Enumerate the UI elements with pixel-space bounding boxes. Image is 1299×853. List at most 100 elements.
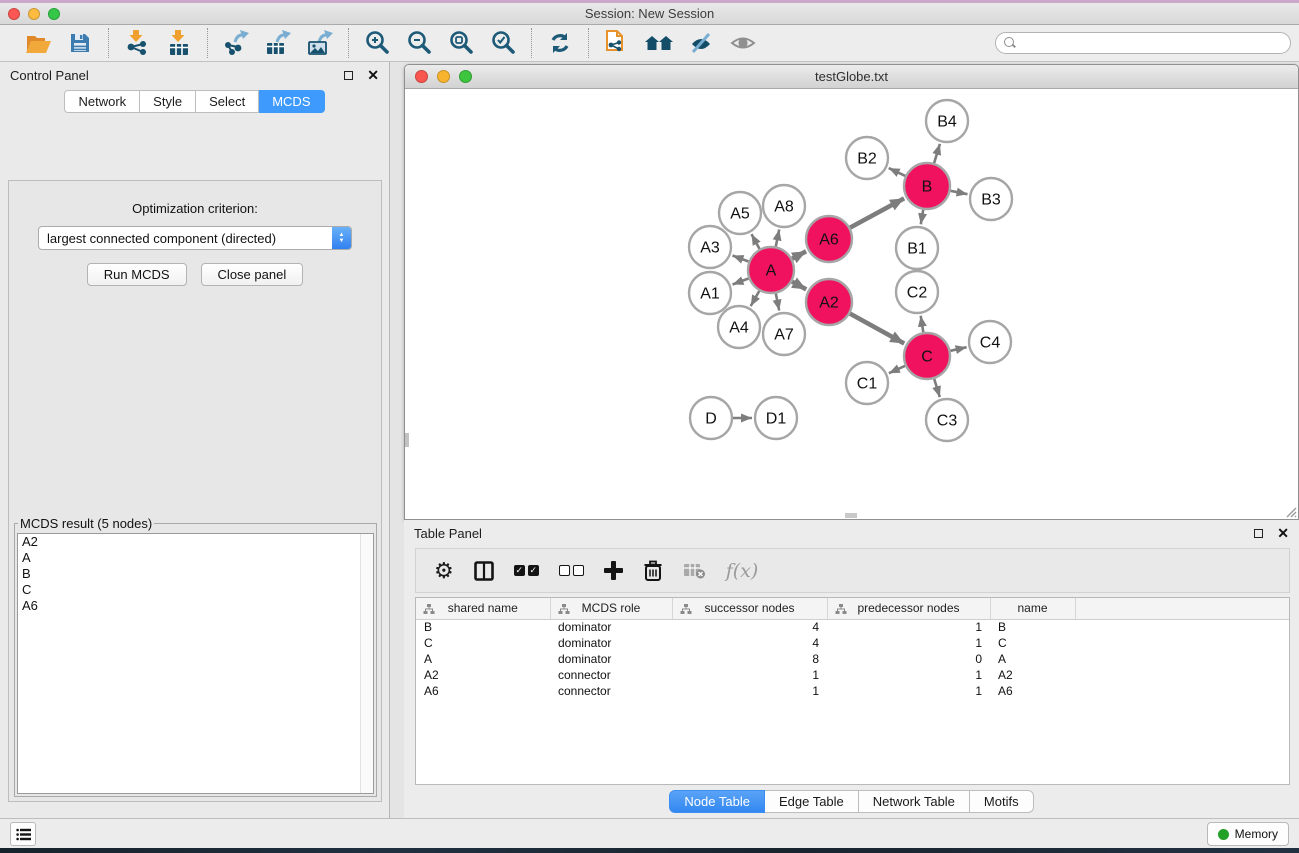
deselect-all-button[interactable] (559, 556, 584, 586)
tab-motifs[interactable]: Motifs (970, 790, 1034, 813)
mcds-list-scrollbar[interactable] (360, 534, 373, 793)
network-window-titlebar[interactable]: testGlobe.txt (405, 65, 1298, 89)
node-A5[interactable]: A5 (719, 192, 761, 234)
export-table-button[interactable] (260, 28, 296, 58)
table-cell[interactable]: 1 (827, 683, 990, 699)
show-hide-panel-button[interactable] (725, 28, 761, 58)
column-header-shared-name[interactable]: shared name (416, 598, 550, 619)
close-window-icon[interactable] (8, 8, 20, 20)
table-cell[interactable]: dominator (550, 635, 672, 651)
mcds-result-item[interactable]: C (18, 582, 373, 598)
table-cell[interactable]: connector (550, 683, 672, 699)
maximize-network-icon[interactable] (459, 70, 472, 83)
table-row[interactable]: Adominator80A (416, 651, 1290, 667)
show-columns-button[interactable] (474, 556, 494, 586)
close-panel-icon[interactable]: ✕ (367, 70, 379, 80)
zoom-fit-button[interactable] (443, 28, 479, 58)
maximize-window-icon[interactable] (48, 8, 60, 20)
table-cell[interactable]: C (990, 635, 1075, 651)
float-panel-icon[interactable] (344, 71, 353, 80)
column-header-MCDS-role[interactable]: MCDS role (550, 598, 672, 619)
node-B4[interactable]: B4 (926, 100, 968, 142)
search-box[interactable] (995, 32, 1291, 54)
node-A7[interactable]: A7 (763, 313, 805, 355)
node-A3[interactable]: A3 (689, 226, 731, 268)
node-B3[interactable]: B3 (970, 178, 1012, 220)
node-A4[interactable]: A4 (718, 306, 760, 348)
run-mcds-button[interactable]: Run MCDS (87, 263, 187, 286)
save-session-button[interactable] (62, 28, 98, 58)
table-cell[interactable]: 1 (827, 667, 990, 683)
table-row[interactable]: Bdominator41B (416, 619, 1290, 635)
node-C1[interactable]: C1 (846, 362, 888, 404)
edge-B-B3[interactable] (951, 191, 968, 194)
tab-select[interactable]: Select (196, 90, 259, 113)
delete-table-button[interactable] (683, 556, 706, 586)
edge-A-A5[interactable] (752, 234, 760, 249)
network-window[interactable]: testGlobe.txt B4B2BB3A5A8A6A3B1AA1C2A2A4… (404, 64, 1299, 520)
select-all-button[interactable]: ✓✓ (514, 556, 539, 586)
edge-A-A2[interactable] (792, 282, 806, 290)
table-cell[interactable]: A6 (990, 683, 1075, 699)
minimize-network-icon[interactable] (437, 70, 450, 83)
node-A8[interactable]: A8 (763, 185, 805, 227)
table-cell[interactable]: 1 (672, 667, 827, 683)
close-panel-icon[interactable]: ✕ (1277, 528, 1289, 538)
node-B1[interactable]: B1 (896, 227, 938, 269)
edge-A2-C[interactable] (850, 314, 904, 344)
close-network-icon[interactable] (415, 70, 428, 83)
table-cell[interactable]: 1 (672, 683, 827, 699)
edge-A-A3[interactable] (733, 256, 749, 262)
mcds-result-item[interactable]: A6 (18, 598, 373, 614)
add-column-button[interactable] (604, 556, 623, 586)
function-builder-button[interactable]: f(x) (726, 556, 759, 586)
vertical-scroll-stub[interactable] (405, 433, 409, 447)
tab-node-table[interactable]: Node Table (669, 790, 765, 813)
table-cell[interactable]: connector (550, 667, 672, 683)
node-C3[interactable]: C3 (926, 399, 968, 441)
tab-mcds[interactable]: MCDS (259, 90, 324, 113)
zoom-selected-button[interactable] (485, 28, 521, 58)
memory-button[interactable]: Memory (1207, 822, 1289, 846)
refresh-layout-button[interactable] (542, 28, 578, 58)
table-cell[interactable]: B (416, 619, 550, 635)
resize-grip-icon[interactable] (1285, 506, 1297, 518)
tab-edge-table[interactable]: Edge Table (765, 790, 859, 813)
tab-style[interactable]: Style (140, 90, 196, 113)
table-cell[interactable]: A2 (416, 667, 550, 683)
edge-A6-B[interactable] (850, 198, 904, 227)
node-D[interactable]: D (690, 397, 732, 439)
home-overview-button[interactable] (641, 28, 677, 58)
table-cell[interactable]: dominator (550, 651, 672, 667)
column-header-predecessor-nodes[interactable]: predecessor nodes (827, 598, 990, 619)
import-network-button[interactable] (119, 28, 155, 58)
edge-C-C2[interactable] (921, 316, 924, 333)
edge-C-C4[interactable] (950, 347, 966, 351)
table-row[interactable]: Cdominator41C (416, 635, 1290, 651)
table-row[interactable]: A6connector11A6 (416, 683, 1290, 699)
table-cell[interactable]: B (990, 619, 1075, 635)
export-network-button[interactable] (218, 28, 254, 58)
copy-network-view-button[interactable] (599, 28, 635, 58)
node-table[interactable]: shared nameMCDS rolesuccessor nodesprede… (415, 597, 1290, 785)
edge-A-A1[interactable] (733, 279, 749, 285)
edge-C-C1[interactable] (889, 366, 905, 373)
table-cell[interactable]: 4 (672, 619, 827, 635)
table-row[interactable]: A2connector11A2 (416, 667, 1290, 683)
mcds-result-item[interactable]: A (18, 550, 373, 566)
column-header-successor-nodes[interactable]: successor nodes (672, 598, 827, 619)
dropdown-stepper-icon[interactable]: ▲▼ (332, 226, 351, 250)
node-C4[interactable]: C4 (969, 321, 1011, 363)
edge-A-A7[interactable] (776, 294, 779, 311)
node-C[interactable]: C (904, 333, 950, 379)
zoom-out-button[interactable] (401, 28, 437, 58)
node-B2[interactable]: B2 (846, 137, 888, 179)
edge-B-B2[interactable] (889, 168, 906, 176)
node-A[interactable]: A (748, 247, 794, 293)
column-header-name[interactable]: name (990, 598, 1075, 619)
table-cell[interactable]: A2 (990, 667, 1075, 683)
node-A1[interactable]: A1 (689, 272, 731, 314)
mcds-result-item[interactable]: A2 (18, 534, 373, 550)
edge-A-A4[interactable] (751, 291, 760, 306)
mcds-result-item[interactable]: B (18, 566, 373, 582)
